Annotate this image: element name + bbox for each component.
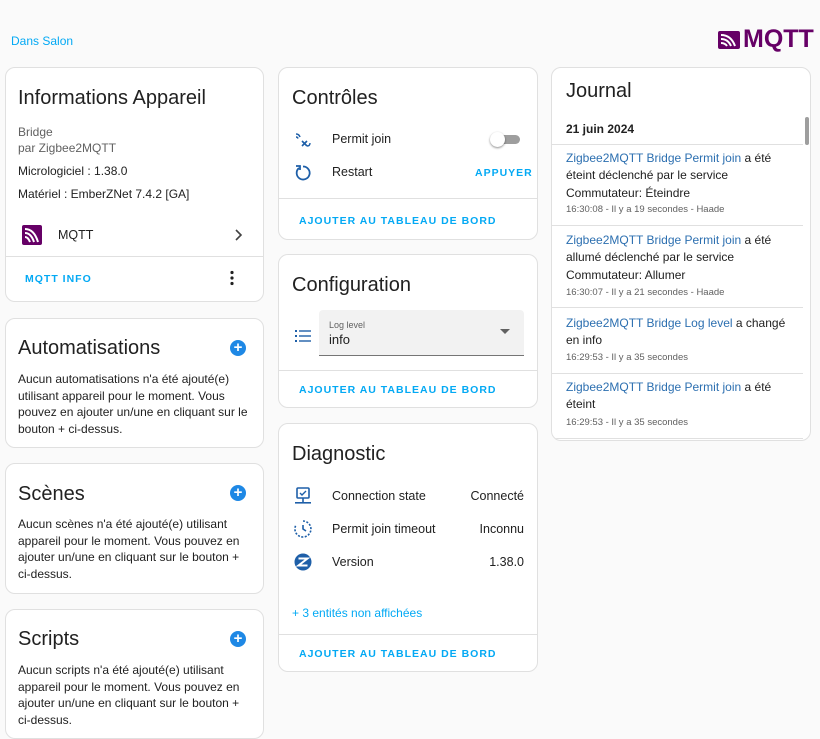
restart-press-button[interactable]: APPUYER (475, 167, 533, 179)
restart-label: Restart (332, 165, 373, 179)
controls-divider (279, 198, 537, 199)
journal-entity-link[interactable]: Zigbee2MQTT Bridge Log level (566, 316, 733, 330)
scripts-text: Aucun scripts n'a été ajouté(e) utilisan… (18, 663, 240, 727)
controls-add-to-dashboard[interactable]: AJOUTER AU TABLEAU DE BORD (299, 215, 497, 227)
journal-meta: 16:30:08 - Il y a 19 secondes - Haade (566, 204, 725, 215)
scripts-card: Scripts + Aucun scripts n'a été ajouté(e… (5, 609, 264, 739)
controls-card: Contrôles Permit join Restart APPUYER AJ… (278, 67, 538, 240)
info-divider (6, 256, 263, 257)
config-add-to-dashboard[interactable]: AJOUTER AU TABLEAU DE BORD (299, 384, 497, 396)
scenes-title: Scènes (18, 483, 85, 505)
journal-entry: Zigbee2MQTT Bridge Permit join a été éte… (552, 150, 803, 220)
automations-text: Aucun automatisations n'a été ajouté(e) … (18, 372, 248, 436)
mqtt-logo: MQTT (718, 26, 814, 53)
diagnostic-title: Diagnostic (292, 443, 386, 465)
config-divider (279, 370, 537, 371)
journal-separator (552, 144, 803, 145)
log-level-value: info (329, 332, 350, 347)
hidden-entities-link[interactable]: + 3 entités non affichées (292, 606, 422, 620)
journal-entry-text: Zigbee2MQTT Bridge Permit join a été éte… (566, 379, 791, 414)
add-script-button[interactable]: + (230, 631, 246, 647)
diagnostic-label: Permit join timeout (332, 522, 436, 536)
integration-label: MQTT (58, 228, 94, 242)
device-info-title: Informations Appareil (18, 87, 206, 109)
scripts-title: Scripts (18, 628, 80, 650)
journal-entry-text: Zigbee2MQTT Bridge Log level a changé en… (566, 315, 791, 350)
diagnostic-value: Connecté (470, 489, 524, 503)
log-level-select[interactable]: Log level info (319, 310, 524, 356)
configuration-card: Configuration Log level info AJOUTER AU … (278, 254, 538, 408)
diagnostic-card: Diagnostic Connection state Connecté Per… (278, 423, 538, 672)
add-scene-button[interactable]: + (230, 485, 246, 501)
journal-entry: Zigbee2MQTT Bridge Log level a changé en… (552, 315, 803, 371)
brand-text: MQTT (743, 25, 814, 53)
automations-card: Automatisations + Aucun automatisations … (5, 318, 264, 448)
area-link[interactable]: Dans Salon (11, 34, 73, 48)
journal-separator (552, 373, 803, 374)
device-model: Bridge (18, 125, 53, 139)
wifi-pair-icon (295, 133, 311, 147)
journal-separator (552, 307, 803, 308)
journal-meta: 16:30:07 - Il y a 21 secondes - Haade (566, 287, 725, 298)
journal-card: Journal 21 juin 2024 Zigbee2MQTT Bridge … (551, 67, 811, 441)
zigbee-icon (294, 553, 312, 571)
integration-row[interactable]: MQTT (6, 221, 263, 251)
timer-icon (294, 520, 312, 538)
mqtt-logo-icon (718, 30, 740, 49)
mqtt-info-button[interactable]: MQTT INFO (25, 273, 92, 285)
device-hardware: Matériel : EmberZNet 7.4.2 [GA] (18, 187, 190, 201)
journal-title: Journal (566, 80, 632, 102)
automations-title: Automatisations (18, 337, 161, 359)
dropdown-arrow-icon (500, 329, 510, 334)
diagnostic-value: Inconnu (479, 522, 524, 536)
diagnostic-value: 1.38.0 (489, 555, 524, 569)
connection-icon (295, 487, 311, 504)
diagnostic-add-to-dashboard[interactable]: AJOUTER AU TABLEAU DE BORD (299, 648, 497, 660)
more-vert-icon[interactable] (228, 270, 236, 286)
top-bar: Dans Salon MQTT (0, 0, 820, 62)
journal-date: 21 juin 2024 (566, 122, 635, 136)
journal-entry: Zigbee2MQTT Bridge Permit join a été éte… (552, 379, 803, 435)
permit-join-toggle[interactable] (490, 132, 520, 147)
diagnostic-label: Version (332, 555, 374, 569)
device-firmware: Micrologiciel : 1.38.0 (18, 164, 128, 178)
journal-entity-link[interactable]: Zigbee2MQTT Bridge Permit join (566, 233, 741, 247)
restart-icon (295, 165, 311, 181)
journal-entry-text: Zigbee2MQTT Bridge Permit join a été all… (566, 232, 791, 284)
device-info-card: Informations Appareil Bridge par Zigbee2… (5, 67, 264, 302)
journal-meta: 16:29:53 - Il y a 35 secondes (566, 417, 688, 428)
journal-scrollbar[interactable] (805, 117, 809, 145)
list-icon (295, 330, 311, 342)
configuration-title: Configuration (292, 274, 411, 296)
scenes-text: Aucun scènes n'a été ajouté(e) utilisant… (18, 517, 240, 581)
journal-entry: Zigbee2MQTT Bridge Permit join a été all… (552, 232, 803, 302)
scenes-card: Scènes + Aucun scènes n'a été ajouté(e) … (5, 463, 264, 594)
journal-entry-text: Zigbee2MQTT Bridge Permit join a été éte… (566, 150, 791, 202)
permit-join-label: Permit join (332, 132, 392, 146)
journal-separator (552, 438, 803, 439)
journal-meta: 16:29:53 - Il y a 35 secondes (566, 352, 688, 363)
diagnostic-label: Connection state (332, 489, 426, 503)
diagnostic-divider (279, 634, 537, 635)
journal-entity-link[interactable]: Zigbee2MQTT Bridge Permit join (566, 380, 741, 394)
log-level-label: Log level (329, 320, 366, 330)
journal-entity-link[interactable]: Zigbee2MQTT Bridge Permit join (566, 151, 741, 165)
controls-title: Contrôles (292, 87, 378, 109)
journal-separator (552, 225, 803, 226)
chevron-right-icon (235, 229, 243, 241)
mqtt-icon (22, 225, 42, 245)
device-manufacturer: par Zigbee2MQTT (18, 141, 117, 155)
add-automation-button[interactable]: + (230, 340, 246, 356)
